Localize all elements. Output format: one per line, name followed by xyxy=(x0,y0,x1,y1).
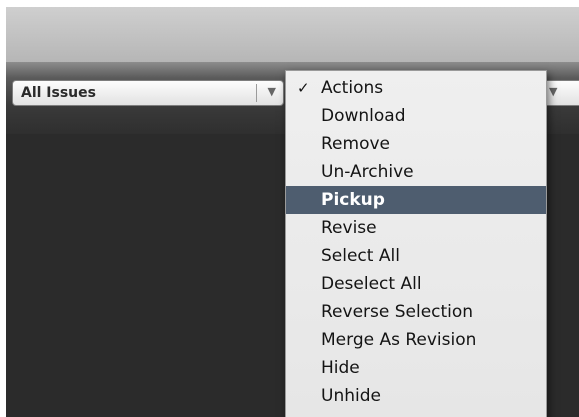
menu-item-pickup[interactable]: Pickup xyxy=(286,186,546,214)
popup-down-arrow-icon: ▼ xyxy=(267,85,276,98)
filter-popup-button[interactable]: All Issues ▼ xyxy=(12,80,284,106)
actions-menu: ✓ Actions Download Remove Un-Archive Pic… xyxy=(285,70,547,417)
menu-item-label: Actions xyxy=(321,78,384,98)
popup-divider xyxy=(256,84,257,102)
menu-item-unhide[interactable]: Unhide xyxy=(286,382,546,410)
menu-item-label: Reverse Selection xyxy=(321,302,474,322)
menu-item-label: Remove xyxy=(321,134,390,154)
menu-item-label: Select All xyxy=(321,246,400,266)
menu-item-label: Merge As Revision xyxy=(321,330,477,350)
filter-popup-label: All Issues xyxy=(21,85,96,101)
menu-item-un-archive[interactable]: Un-Archive xyxy=(286,158,546,186)
menu-item-hide[interactable]: Hide xyxy=(286,354,546,382)
menu-item-revise[interactable]: Revise xyxy=(286,214,546,242)
menu-item-label: Pickup xyxy=(321,190,385,210)
menu-item-label: Hide xyxy=(321,358,360,378)
menu-item-label: Download xyxy=(321,106,406,126)
checkmark-icon: ✓ xyxy=(297,79,310,97)
menu-item-merge-as-revision[interactable]: Merge As Revision xyxy=(286,326,546,354)
menu-item-actions[interactable]: ✓ Actions xyxy=(286,74,546,102)
menu-item-label: Unhide xyxy=(321,386,381,406)
menu-item-download[interactable]: Download xyxy=(286,102,546,130)
menu-item-remove[interactable]: Remove xyxy=(286,130,546,158)
popup-down-arrow-icon: ▼ xyxy=(549,85,558,98)
menu-item-label: Un-Archive xyxy=(321,162,414,182)
menu-item-reverse-selection[interactable]: Reverse Selection xyxy=(286,298,546,326)
menu-item-deselect-all[interactable]: Deselect All xyxy=(286,270,546,298)
window-titlebar xyxy=(6,7,579,62)
menu-item-label: Deselect All xyxy=(321,274,422,294)
menu-item-label: Revise xyxy=(321,218,377,238)
menu-item-select-all[interactable]: Select All xyxy=(286,242,546,270)
